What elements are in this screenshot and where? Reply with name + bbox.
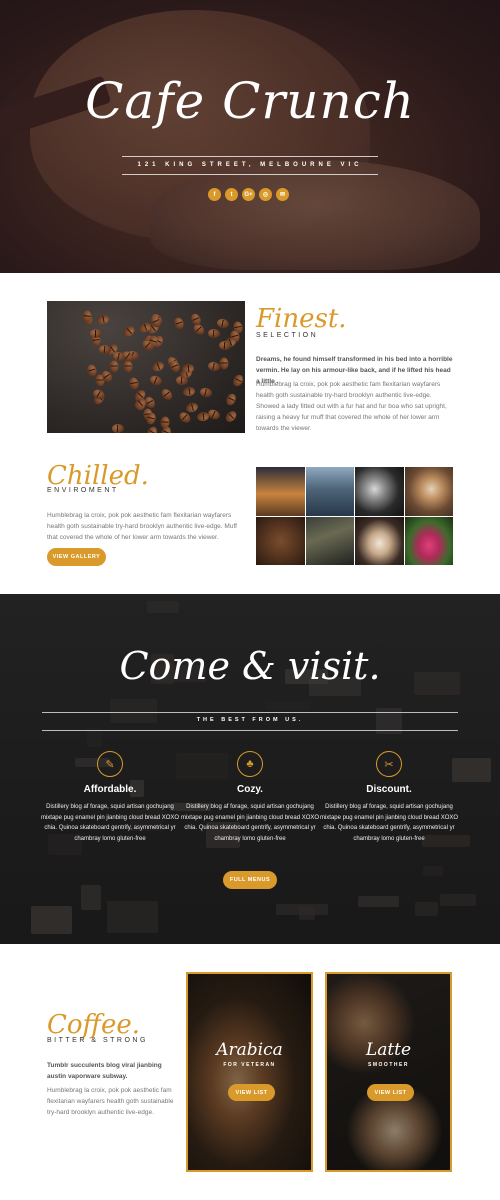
card-subtitle: SMOOTHER [368,1062,409,1068]
divider [122,174,378,175]
gallery-image[interactable] [355,467,404,516]
visit-title: Come & visit. [119,644,381,688]
view-list-button[interactable]: VIEW LIST [228,1084,275,1101]
coffee-bean [128,377,140,391]
coffee-bean [206,408,222,422]
coffee-bean [121,324,137,340]
chilled-subtitle: ENVIROMENT [47,487,119,494]
feature-discount: ✂ Discount. Distillery blog af forage, s… [319,751,459,844]
feature-title: Cozy. [237,784,263,795]
feature-text: Distillery blog af forage, squid artisan… [180,804,320,842]
card-title: Latte [365,1040,412,1060]
coffee-bean [109,360,120,373]
card-subtitle: FOR VETERAN [223,1062,276,1068]
social-links: f t G+ ◎ ✉ [208,188,289,201]
product-card-latte[interactable]: Latte SMOOTHER VIEW LIST [325,972,452,1172]
coffee-bean [182,385,196,397]
coffee-bean [149,374,164,388]
coffee-bean [90,328,103,338]
gallery-image[interactable] [256,467,305,516]
coffee-bean [145,424,160,433]
address: 121 KING STREET, MELBOURNE VIC [137,162,363,168]
facebook-icon[interactable]: f [208,188,221,201]
product-card-arabica[interactable]: Arabica FOR VETERAN VIEW LIST [186,972,313,1172]
coffee-bean [177,410,193,426]
finest-title: Finest. [256,304,347,334]
coffee-bean [215,317,230,330]
view-list-button[interactable]: VIEW LIST [367,1084,414,1101]
feature-cozy: ♣ Cozy. Distillery blog af forage, squid… [180,751,320,844]
gallery-image[interactable] [305,467,354,516]
coffee-bean [112,423,125,433]
gallery-image[interactable] [305,516,354,565]
coffee-bean [231,372,245,388]
site-title: Cafe Crunch [85,72,415,130]
card-title: Arabica [216,1040,283,1060]
view-gallery-button[interactable]: VIEW GALLERY [47,548,106,566]
feature-text: Distillery blog af forage, squid artisan… [40,804,180,842]
coffee-bean [159,386,174,402]
coffee-subtitle: BITTER & STRONG [47,1037,148,1044]
google-plus-icon[interactable]: G+ [242,188,255,201]
chilled-body: Humblebrag la croix, pok pok aesthetic f… [47,512,237,541]
coffee-body: Humblebrag la croix, pok pok aesthetic f… [47,1087,174,1116]
coffee-beans-photo [47,301,245,433]
visit-subtitle: THE BEST FROM US. [196,717,304,723]
finest-subtitle: SELECTION [256,332,319,339]
coffee-bean [198,386,213,399]
coffee-bean [224,392,238,407]
feature-title: Affordable. [83,784,137,795]
gallery-image[interactable] [404,516,453,565]
feature-affordable: ✎ Affordable. Distillery blog af forage,… [40,751,180,844]
feature-title: Discount. [366,784,412,795]
coffee-bean [181,363,195,374]
divider [42,730,458,731]
gallery-image[interactable] [355,516,404,565]
twitter-icon[interactable]: t [225,188,238,201]
gallery-grid [256,467,453,565]
coffee-bean [219,357,229,370]
gallery-image[interactable] [404,467,453,516]
tree-icon: ♣ [237,751,263,777]
coffee-bean [185,401,200,414]
coffee-bean [96,313,110,326]
coffee-title: Coffee. [47,1010,141,1040]
coffee-bean [207,328,221,339]
divider [122,156,378,157]
coffee-bean [223,409,238,425]
instagram-icon[interactable]: ◎ [259,188,272,201]
hero-banner: Cafe Crunch 121 KING STREET, MELBOURNE V… [0,0,500,273]
gallery-image[interactable] [256,516,305,565]
ticket-icon: ✎ [97,751,123,777]
visit-section: Come & visit. THE BEST FROM US. ✎ Afford… [0,594,500,944]
coffee-bean [151,360,166,374]
feature-text: Distillery blog af forage, squid artisan… [319,804,459,842]
divider [42,712,458,713]
finest-body: Humblebrag la croix, pok pok aesthetic f… [256,381,447,432]
full-menus-button[interactable]: FULL MENUS [223,871,277,889]
coffee-lead: Tumblr succulents blog viral jianbing au… [47,1062,162,1080]
scissors-icon: ✂ [376,751,402,777]
coffee-bean [172,316,186,331]
email-icon[interactable]: ✉ [276,188,289,201]
